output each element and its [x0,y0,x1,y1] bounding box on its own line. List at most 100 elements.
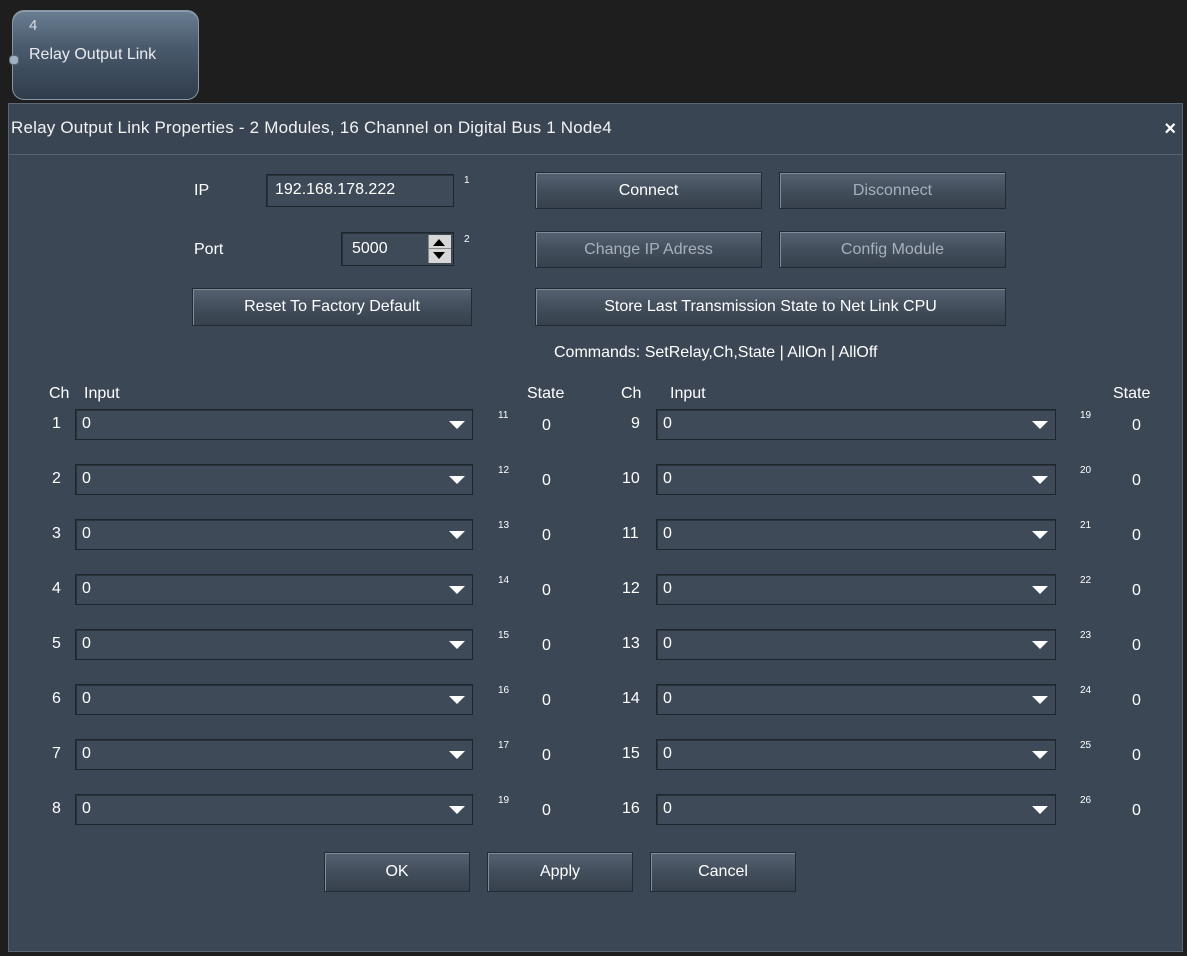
channel-state-value: 0 [542,527,551,544]
ip-input[interactable]: 192.168.178.222 [266,174,454,207]
channel-number: 5 [52,635,61,652]
channel-input-select[interactable]: 0 [656,409,1056,440]
node-name: Relay Output Link [29,46,157,63]
chevron-down-icon[interactable] [1024,631,1054,658]
channel-number: 1 [52,415,61,432]
node-number: 4 [29,17,38,34]
channel-state-value: 0 [542,472,551,489]
channel-input-select[interactable]: 0 [75,464,473,495]
channel-pin-number: 16 [498,685,510,696]
disconnect-button[interactable]: Disconnect [779,172,1006,209]
channel-state-value: 0 [1132,527,1141,544]
apply-button[interactable]: Apply [487,852,633,892]
reset-factory-button[interactable]: Reset To Factory Default [192,288,472,326]
channel-input-select[interactable]: 0 [75,574,473,605]
channel-state-value: 0 [542,692,551,709]
store-state-button[interactable]: Store Last Transmission State to Net Lin… [535,288,1006,326]
channel-input-value: 0 [82,525,91,542]
properties-dialog: Relay Output Link Properties - 2 Modules… [8,103,1183,952]
channel-input-select[interactable]: 0 [656,629,1056,660]
channel-number: 4 [52,580,61,597]
chevron-down-icon[interactable] [1024,466,1054,493]
header-state-left: State [527,385,565,402]
chevron-down-icon[interactable] [441,686,471,713]
relay-output-link-node[interactable]: 4 Relay Output Link [9,10,199,100]
channel-input-select[interactable]: 0 [656,794,1056,825]
port-pin-number: 2 [464,234,470,245]
chevron-down-icon[interactable] [441,741,471,768]
channel-pin-number: 25 [1080,740,1092,751]
chevron-down-icon[interactable] [441,631,471,658]
channel-input-select[interactable]: 0 [75,794,473,825]
channel-pin-number: 15 [498,630,510,641]
channel-state-value: 0 [542,582,551,599]
channel-state-value: 0 [542,417,551,434]
channel-state-value: 0 [1132,472,1141,489]
channel-input-value: 0 [82,635,91,652]
channel-number: 6 [52,690,61,707]
channel-pin-number: 14 [498,575,510,586]
channel-input-value: 0 [663,415,672,432]
channel-state-value: 0 [542,637,551,654]
channel-input-value: 0 [663,690,672,707]
channel-input-select[interactable]: 0 [656,519,1056,550]
channel-state-value: 0 [542,802,551,819]
ok-button[interactable]: OK [324,852,470,892]
channel-input-select[interactable]: 0 [75,739,473,770]
channel-input-value: 0 [663,470,672,487]
channel-input-select[interactable]: 0 [656,464,1056,495]
channel-number: 13 [622,635,640,652]
dialog-titlebar: Relay Output Link Properties - 2 Modules… [9,104,1182,155]
channel-input-value: 0 [663,525,672,542]
port-stepper-icon[interactable] [428,235,451,263]
channel-input-select[interactable]: 0 [75,684,473,715]
channel-state-value: 0 [1132,637,1141,654]
header-input-right: Input [670,385,706,402]
channel-state-value: 0 [1132,802,1141,819]
node-input-port[interactable] [9,55,19,65]
chevron-down-icon[interactable] [441,796,471,823]
commands-hint: Commands: SetRelay,Ch,State | AllOn | Al… [554,344,878,361]
channel-number: 2 [52,470,61,487]
chevron-down-icon[interactable] [441,411,471,438]
channel-number: 15 [622,745,640,762]
change-ip-button[interactable]: Change IP Adress [535,231,762,268]
channel-input-value: 0 [82,690,91,707]
channel-pin-number: 19 [1080,410,1092,421]
channel-number: 8 [52,800,61,817]
channel-pin-number: 22 [1080,575,1092,586]
connect-button[interactable]: Connect [535,172,762,209]
chevron-down-icon[interactable] [1024,411,1054,438]
channel-number: 12 [622,580,640,597]
chevron-down-icon[interactable] [1024,576,1054,603]
chevron-down-icon[interactable] [1024,686,1054,713]
chevron-down-icon[interactable] [441,521,471,548]
channel-input-value: 0 [663,580,672,597]
chevron-down-icon[interactable] [1024,796,1054,823]
channel-state-value: 0 [1132,692,1141,709]
channel-number: 16 [622,800,640,817]
ip-pin-number: 1 [464,175,470,186]
channel-pin-number: 26 [1080,795,1092,806]
channel-input-select[interactable]: 0 [75,629,473,660]
channel-input-value: 0 [82,470,91,487]
channel-input-select[interactable]: 0 [75,519,473,550]
config-module-button[interactable]: Config Module [779,231,1006,268]
chevron-down-icon[interactable] [441,466,471,493]
close-icon[interactable]: × [1164,118,1176,141]
cancel-button[interactable]: Cancel [650,852,796,892]
port-label: Port [194,241,224,258]
dialog-title: Relay Output Link Properties - 2 Modules… [11,118,612,137]
channel-number: 10 [622,470,640,487]
channel-input-select[interactable]: 0 [75,409,473,440]
header-ch-right: Ch [621,385,642,402]
chevron-down-icon[interactable] [441,576,471,603]
channel-input-select[interactable]: 0 [656,574,1056,605]
port-spinbox[interactable]: 5000 [341,232,454,266]
chevron-down-icon[interactable] [1024,521,1054,548]
chevron-down-icon[interactable] [1024,741,1054,768]
channel-number: 9 [631,415,640,432]
channel-input-select[interactable]: 0 [656,739,1056,770]
channel-state-value: 0 [1132,417,1141,434]
channel-input-select[interactable]: 0 [656,684,1056,715]
